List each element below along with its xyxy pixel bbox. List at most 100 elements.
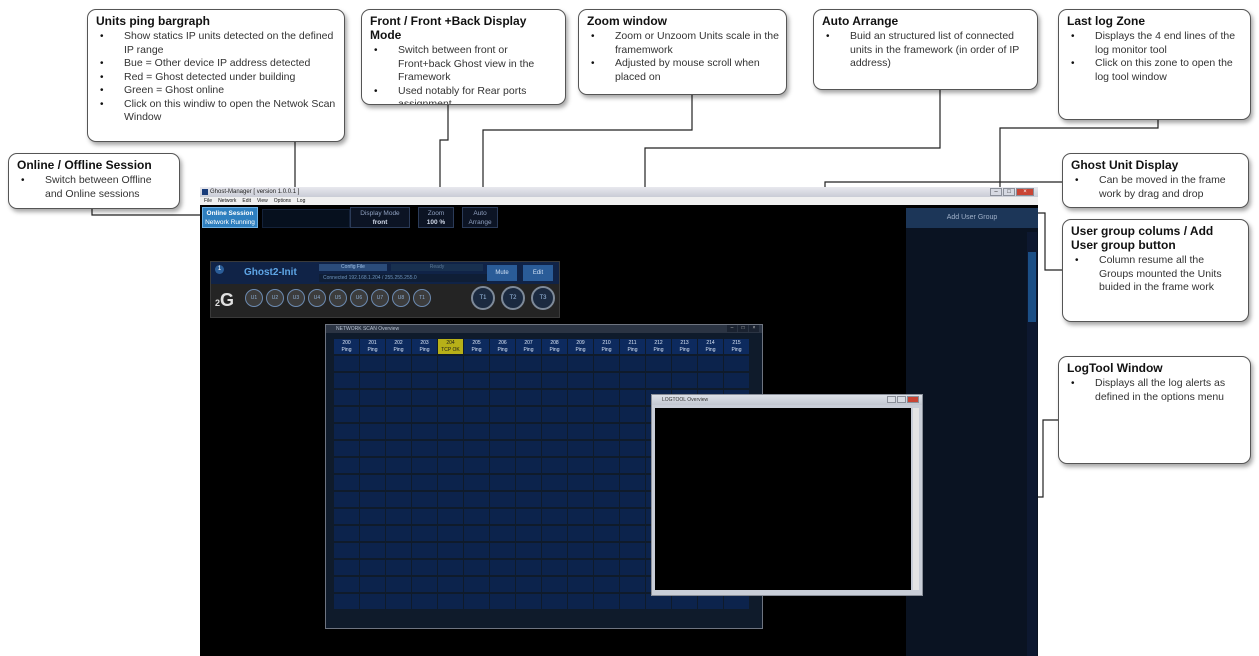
scan-empty-cell[interactable]	[386, 509, 411, 524]
scan-cell-202[interactable]: 202 Ping	[386, 339, 411, 354]
scan-empty-cell[interactable]	[386, 526, 411, 541]
scan-empty-cell[interactable]	[568, 560, 593, 575]
add-user-group-button[interactable]: Add User Group	[906, 208, 1038, 228]
scan-cell-205[interactable]: 205 Ping	[464, 339, 489, 354]
port-u6[interactable]: U6	[350, 289, 368, 307]
zoom-control[interactable]: Zoom 100 %	[418, 207, 454, 228]
minimize-icon[interactable]: –	[727, 325, 737, 332]
scan-empty-cell[interactable]	[412, 577, 437, 592]
scan-cell-203[interactable]: 203 Ping	[412, 339, 437, 354]
scan-empty-cell[interactable]	[594, 390, 619, 405]
scan-empty-cell[interactable]	[334, 458, 359, 473]
scan-empty-cell[interactable]	[646, 373, 671, 388]
scan-empty-cell[interactable]	[568, 577, 593, 592]
menu-log[interactable]: Log	[297, 197, 305, 205]
maximize-icon[interactable]	[897, 396, 906, 403]
menu-edit[interactable]: Edit	[242, 197, 251, 205]
scan-empty-cell[interactable]	[620, 560, 645, 575]
scan-empty-cell[interactable]	[568, 424, 593, 439]
scan-empty-cell[interactable]	[568, 458, 593, 473]
scan-empty-cell[interactable]	[360, 458, 385, 473]
scan-cell-200[interactable]: 200 Ping	[334, 339, 359, 354]
port-t3[interactable]: T3	[531, 286, 555, 310]
scan-empty-cell[interactable]	[490, 543, 515, 558]
scan-empty-cell[interactable]	[464, 424, 489, 439]
scan-empty-cell[interactable]	[542, 390, 567, 405]
scan-empty-cell[interactable]	[620, 577, 645, 592]
scan-empty-cell[interactable]	[568, 441, 593, 456]
port-u7[interactable]: U7	[371, 289, 389, 307]
scan-empty-cell[interactable]	[516, 458, 541, 473]
scan-empty-cell[interactable]	[516, 526, 541, 541]
close-icon[interactable]	[907, 396, 919, 403]
scan-cell-212[interactable]: 212 Ping	[646, 339, 671, 354]
scan-empty-cell[interactable]	[568, 492, 593, 507]
scan-empty-cell[interactable]	[464, 492, 489, 507]
scan-empty-cell[interactable]	[490, 492, 515, 507]
scrollbar-thumb[interactable]	[1028, 252, 1036, 322]
scan-empty-cell[interactable]	[412, 390, 437, 405]
log-output-area[interactable]	[655, 408, 911, 590]
scan-empty-cell[interactable]	[490, 424, 515, 439]
scan-empty-cell[interactable]	[438, 441, 463, 456]
port-u4[interactable]: U4	[308, 289, 326, 307]
scan-empty-cell[interactable]	[360, 509, 385, 524]
scan-empty-cell[interactable]	[438, 577, 463, 592]
minimize-icon[interactable]: –	[990, 188, 1002, 196]
scan-empty-cell[interactable]	[386, 594, 411, 609]
scan-empty-cell[interactable]	[464, 373, 489, 388]
scan-empty-cell[interactable]	[594, 441, 619, 456]
scan-empty-cell[interactable]	[594, 594, 619, 609]
scan-empty-cell[interactable]	[386, 390, 411, 405]
scan-empty-cell[interactable]	[464, 458, 489, 473]
edit-button[interactable]: Edit	[523, 265, 553, 281]
scan-cell-215[interactable]: 215 Ping	[724, 339, 749, 354]
scan-empty-cell[interactable]	[568, 373, 593, 388]
user-group-scrollbar[interactable]	[1027, 232, 1037, 656]
scan-empty-cell[interactable]	[386, 441, 411, 456]
scan-empty-cell[interactable]	[542, 560, 567, 575]
scan-empty-cell[interactable]	[334, 543, 359, 558]
scan-empty-cell[interactable]	[360, 492, 385, 507]
scan-empty-cell[interactable]	[490, 373, 515, 388]
scan-empty-cell[interactable]	[360, 407, 385, 422]
scan-empty-cell[interactable]	[724, 356, 749, 371]
mute-button[interactable]: Mute	[487, 265, 517, 281]
scan-empty-cell[interactable]	[698, 373, 723, 388]
port-u5[interactable]: U5	[329, 289, 347, 307]
scan-empty-cell[interactable]	[386, 407, 411, 422]
scan-cell-209[interactable]: 209 Ping	[568, 339, 593, 354]
scan-empty-cell[interactable]	[568, 475, 593, 490]
scan-empty-cell[interactable]	[542, 424, 567, 439]
scan-empty-cell[interactable]	[412, 526, 437, 541]
scan-empty-cell[interactable]	[412, 543, 437, 558]
scan-empty-cell[interactable]	[542, 492, 567, 507]
scan-empty-cell[interactable]	[386, 492, 411, 507]
scan-cell-206[interactable]: 206 Ping	[490, 339, 515, 354]
scan-empty-cell[interactable]	[334, 373, 359, 388]
scan-empty-cell[interactable]	[620, 509, 645, 524]
scan-empty-cell[interactable]	[490, 577, 515, 592]
port-t1-small[interactable]: T1	[413, 289, 431, 307]
scan-empty-cell[interactable]	[594, 526, 619, 541]
scan-empty-cell[interactable]	[438, 492, 463, 507]
scan-empty-cell[interactable]	[672, 594, 697, 609]
scan-empty-cell[interactable]	[490, 356, 515, 371]
scan-empty-cell[interactable]	[490, 441, 515, 456]
scan-empty-cell[interactable]	[542, 509, 567, 524]
scan-cell-213[interactable]: 213 Ping	[672, 339, 697, 354]
scan-empty-cell[interactable]	[386, 356, 411, 371]
scan-empty-cell[interactable]	[360, 543, 385, 558]
scan-empty-cell[interactable]	[490, 458, 515, 473]
units-ping-bargraph[interactable]	[262, 209, 350, 228]
scan-empty-cell[interactable]	[594, 560, 619, 575]
scan-empty-cell[interactable]	[412, 373, 437, 388]
scan-empty-cell[interactable]	[334, 577, 359, 592]
scan-empty-cell[interactable]	[620, 407, 645, 422]
scan-empty-cell[interactable]	[360, 390, 385, 405]
port-u8[interactable]: U8	[392, 289, 410, 307]
scan-empty-cell[interactable]	[464, 560, 489, 575]
scan-empty-cell[interactable]	[542, 594, 567, 609]
ghost-unit-display[interactable]: 1 Ghost2-Init Config File Ready Connecte…	[210, 261, 560, 318]
config-file-button[interactable]: Config File	[319, 264, 387, 271]
